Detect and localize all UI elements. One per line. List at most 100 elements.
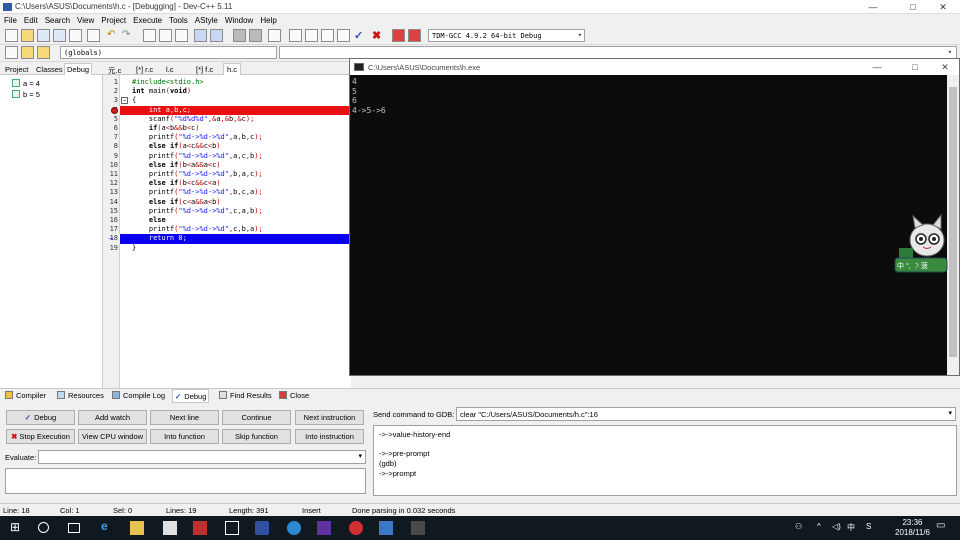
watch-item[interactable]: b = 5 [12, 90, 40, 99]
menu-edit[interactable]: Edit [20, 14, 41, 25]
menu-view[interactable]: View [73, 14, 97, 25]
menu-execute[interactable]: Execute [129, 14, 165, 25]
tab-classes[interactable]: Classes [34, 64, 65, 75]
delete-profile-icon[interactable] [408, 29, 421, 42]
console-scrollbar[interactable] [947, 75, 959, 375]
into-instruction-button[interactable]: Into instruction [295, 429, 364, 444]
ime-indicator[interactable]: 中 [847, 522, 855, 533]
debug-button[interactable]: ✓ Debug [6, 410, 75, 425]
code-line[interactable]: 13 printf("%d->%d->%d",b,c,a); [103, 188, 351, 197]
insert-icon[interactable] [5, 46, 18, 59]
console-maximize-button[interactable]: □ [898, 61, 932, 73]
console-window[interactable]: C:\Users\ASUS\Documents\h.exe — □ ✕ 4 5 … [349, 58, 960, 376]
devcpp-taskbar-icon[interactable] [379, 521, 393, 535]
gdb-command-input[interactable]: clear "C:/Users/ASUS/Documents/h.c":16 ▾ [456, 407, 956, 421]
open-file-icon[interactable] [21, 29, 34, 42]
tab-debug[interactable]: Debug [64, 63, 93, 75]
store-icon[interactable] [163, 521, 177, 535]
code-line[interactable]: 12 else if(b<c&&c<a) [103, 179, 351, 188]
code-line[interactable]: 11 printf("%d->%d->%d",b,a,c); [103, 170, 351, 179]
music-app-icon[interactable] [349, 521, 363, 535]
menu-file[interactable]: File [0, 14, 20, 25]
code-line[interactable]: 5 scanf("%d%d%d",&a,&b,&c); [103, 115, 351, 124]
tab-resources[interactable]: Resources [57, 391, 104, 400]
save-icon[interactable] [37, 29, 50, 42]
redo-icon[interactable]: ↷ [122, 29, 135, 42]
stop-execution-button[interactable]: ✖ Stop Execution [6, 429, 75, 444]
bookmark-icon[interactable] [21, 46, 34, 59]
ie-browser-icon[interactable] [287, 521, 301, 535]
editor-tab[interactable]: [*] f.c [193, 64, 216, 75]
scope-select[interactable]: (globals) [60, 46, 277, 59]
tray-chevron-up-icon[interactable]: ^ [817, 522, 821, 531]
tab-close[interactable]: Close [279, 391, 309, 400]
code-line[interactable]: 2 int main(void) [103, 87, 351, 96]
people-icon[interactable]: ⚇ [795, 522, 802, 531]
code-line[interactable]: 14 else if(c<a&&a<b) [103, 198, 351, 207]
view-cpu-window-button[interactable]: View CPU window [78, 429, 147, 444]
compile-icon[interactable] [289, 29, 302, 42]
notification-icon[interactable]: ▭ [936, 520, 945, 531]
volume-icon[interactable]: ◁) [832, 522, 841, 531]
editor-tab-active[interactable]: h.c [223, 63, 242, 75]
code-line[interactable]: 7 printf("%d->%d->%d",a,b,c); [103, 133, 351, 142]
tab-find-results[interactable]: Find Results [219, 391, 272, 400]
watch-item[interactable]: a = 4 [12, 79, 40, 88]
menu-help[interactable]: Help [256, 14, 279, 25]
editor-tab[interactable]: [*] r.c [133, 64, 156, 75]
menu-tools[interactable]: Tools [165, 14, 191, 25]
console-scrollbar-thumb[interactable] [949, 87, 957, 357]
menu-project[interactable]: Project [97, 14, 129, 25]
compile-run-icon[interactable] [321, 29, 334, 42]
code-line[interactable]: 18 ➜ return 0; [103, 234, 351, 244]
skip-function-button[interactable]: Skip function [222, 429, 291, 444]
new-file-icon[interactable] [5, 29, 18, 42]
profile-icon[interactable] [392, 29, 405, 42]
code-line[interactable]: 16 else [103, 216, 351, 225]
goto-line-icon[interactable] [194, 29, 207, 42]
code-line[interactable]: 17 printf("%d->%d->%d",c,b,a); [103, 225, 351, 234]
maximize-button[interactable]: □ [898, 1, 928, 13]
tab-project[interactable]: Project [3, 64, 30, 75]
next-instruction-button[interactable]: Next instruction [295, 410, 364, 425]
tray-app-icon[interactable]: S [866, 522, 871, 531]
code-line[interactable]: 1 #include<stdio.h> [103, 78, 351, 87]
edge-browser-icon[interactable]: e [101, 519, 115, 533]
code-line[interactable]: 9 printf("%d->%d->%d",a,c,b); [103, 152, 351, 161]
find-icon[interactable] [143, 29, 156, 42]
console-taskbar-icon[interactable] [411, 521, 425, 535]
console-minimize-button[interactable]: — [860, 61, 894, 73]
continue-button[interactable]: Continue [222, 410, 291, 425]
menu-search[interactable]: Search [41, 14, 73, 25]
goto-bookmark-icon[interactable] [37, 46, 50, 59]
start-windows-icon[interactable]: ⊞ [10, 520, 24, 534]
code-line[interactable]: 3−{ [103, 96, 351, 105]
next-line-button[interactable]: Next line [150, 410, 219, 425]
add-watch-button[interactable]: Add watch [78, 410, 147, 425]
code-line[interactable]: 15 printf("%d->%d->%d",c,a,b); [103, 207, 351, 216]
code-line[interactable]: 19} [103, 244, 351, 253]
check-syntax-icon[interactable]: ✓ [354, 29, 367, 42]
tab-compile-log[interactable]: Compile Log [112, 391, 165, 400]
undo-icon[interactable]: ↶ [107, 29, 120, 42]
close-file-icon[interactable] [69, 29, 82, 42]
into-function-button[interactable]: Into function [150, 429, 219, 444]
tab-compiler[interactable]: Compiler [5, 391, 46, 400]
print-icon[interactable] [87, 29, 100, 42]
search-icon[interactable] [38, 522, 49, 533]
file-explorer-icon[interactable] [130, 521, 144, 535]
editor-tab[interactable]: l.c [163, 64, 177, 75]
replace-icon[interactable] [159, 29, 172, 42]
fold-collapse-icon[interactable]: − [121, 97, 128, 105]
menu-window[interactable]: Window [221, 14, 256, 25]
console-close-button[interactable]: ✕ [928, 61, 960, 73]
indent-icon[interactable] [233, 29, 246, 42]
toggle-bookmark-icon[interactable] [210, 29, 223, 42]
code-editor[interactable]: 元.c [*] r.c l.c [*] f.c h.c 1 #include<st… [103, 63, 351, 388]
app-icon[interactable] [255, 521, 269, 535]
stop-execution-icon[interactable]: ✖ [372, 29, 385, 42]
tab-debug-bottom[interactable]: ✓ Debug [172, 389, 210, 403]
close-button[interactable]: ✕ [928, 1, 958, 13]
menu-astyle[interactable]: AStyle [191, 14, 221, 25]
compiler-select[interactable]: TDM-GCC 4.9.2 64-bit Debug ▾ [428, 29, 585, 42]
